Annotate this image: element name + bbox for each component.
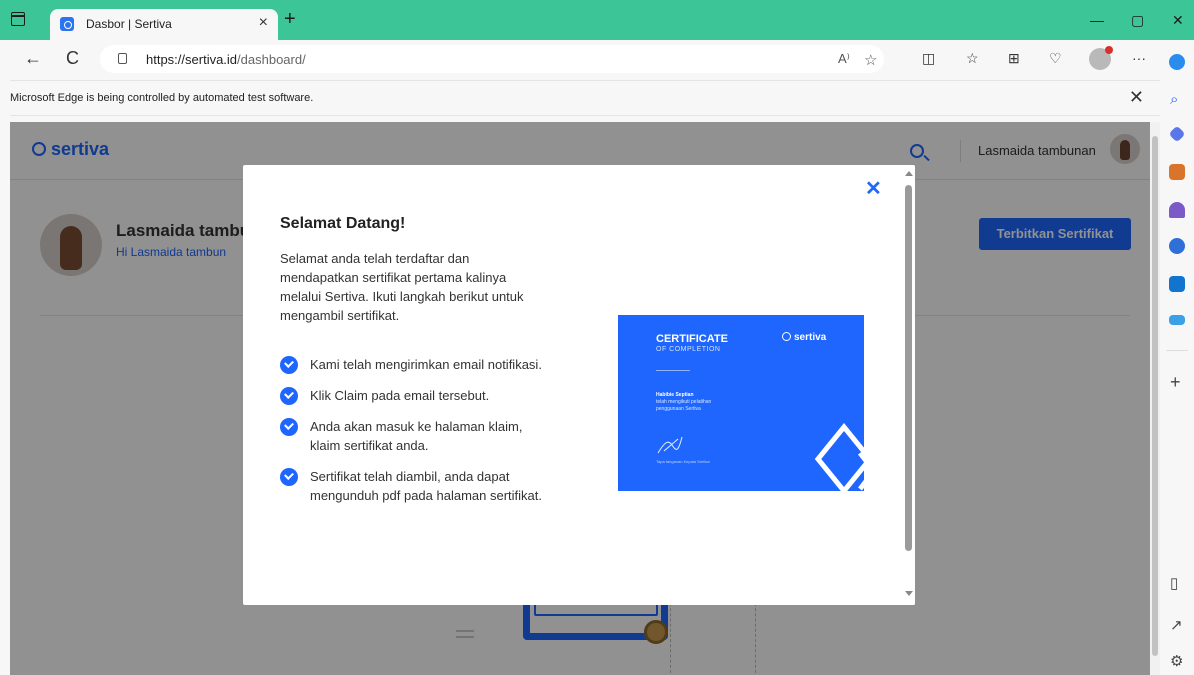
collections-icon[interactable]: ⊞ — [1008, 50, 1020, 66]
url-host: https://sertiva.id — [146, 52, 238, 67]
page-info-icon[interactable] — [118, 53, 127, 64]
certificate-text: telah mengikuti pelatihan penggunaan Ser… — [656, 399, 712, 412]
check-circle-icon — [280, 387, 298, 405]
modal-description: Selamat anda telah terdaftar dan mendapa… — [280, 251, 524, 323]
modal-scrollbar[interactable] — [902, 165, 915, 605]
close-window-button[interactable]: ✕ — [1172, 12, 1184, 29]
welcome-modal: ✕ Selamat Datang! Selamat anda telah ter… — [243, 165, 915, 605]
add-sidebar-app-icon[interactable]: + — [1170, 373, 1181, 391]
infobar-text: Microsoft Edge is being controlled by au… — [10, 92, 314, 104]
shopping-tag-icon[interactable] — [1168, 125, 1186, 143]
sertiva-favicon-icon — [60, 17, 74, 31]
page-viewport: sertiva Lasmaida tambunan Lasmaida tambu… — [10, 122, 1150, 675]
certificate-subtitle: OF COMPLETION — [656, 346, 721, 353]
browser-tab[interactable]: Dasbor | Sertiva × — [50, 9, 278, 40]
address-bar[interactable]: https://sertiva.id/dashboard/ A⁾ ☆ — [100, 45, 884, 73]
check-circle-icon — [280, 356, 298, 374]
minimize-button[interactable]: — — [1090, 12, 1104, 28]
automation-infobar: Microsoft Edge is being controlled by au… — [10, 80, 1160, 116]
browser-titlebar: Dasbor | Sertiva × + — ▢ ✕ — [0, 0, 1194, 40]
refresh-button[interactable]: C — [66, 49, 79, 67]
certificate-rule — [656, 370, 690, 371]
modal-close-icon[interactable]: ✕ — [865, 179, 882, 199]
page-scrollbar[interactable] — [1150, 122, 1160, 675]
scroll-up-arrow-icon[interactable] — [905, 171, 913, 176]
hide-sidebar-icon[interactable]: ▯ — [1170, 576, 1178, 592]
url-path: /dashboard/ — [237, 52, 306, 67]
browser-toolbar: ← C https://sertiva.id/dashboard/ A⁾ ☆ ◫… — [0, 40, 1160, 78]
sidebar-search-icon[interactable]: ⌕ — [1170, 92, 1178, 108]
url-text: https://sertiva.id/dashboard/ — [146, 52, 306, 67]
steps-list: Kami telah mengirimkan email notifikasi.… — [280, 355, 550, 517]
modal-scroll-thumb[interactable] — [905, 185, 912, 551]
edge-sidebar: ⌕ + ▯ ↗ ⚙ — [1160, 40, 1194, 675]
step-text: Anda akan masuk ke halaman klaim, klaim … — [310, 419, 523, 453]
tab-title: Dasbor | Sertiva — [86, 17, 172, 31]
tab-actions-icon[interactable] — [11, 12, 25, 26]
back-button[interactable]: ← — [24, 49, 42, 67]
favorite-star-icon[interactable]: ☆ — [864, 51, 877, 69]
tab-close-icon[interactable]: × — [259, 14, 268, 32]
certificate-title: CERTIFICATE — [656, 333, 728, 345]
step-text: Kami telah mengirimkan email notifikasi. — [310, 357, 542, 372]
more-options-icon[interactable]: ··· — [1132, 50, 1146, 66]
step-item: Kami telah mengirimkan email notifikasi. — [280, 355, 550, 374]
signature-icon — [657, 436, 683, 454]
certificate-logo-icon — [782, 332, 791, 341]
modal-title: Selamat Datang! — [280, 215, 406, 232]
restore-button[interactable]: ▢ — [1131, 12, 1144, 29]
certificate-preview: CERTIFICATE OF COMPLETION sertiva Habibi… — [618, 315, 864, 491]
certificate-decoration — [814, 423, 864, 491]
microsoft365-icon[interactable] — [1169, 238, 1185, 254]
tools-icon[interactable] — [1169, 164, 1185, 180]
new-tab-button[interactable]: + — [284, 9, 296, 29]
outlook-icon[interactable] — [1169, 276, 1185, 292]
read-aloud-icon[interactable]: A⁾ — [838, 51, 850, 67]
sidebar-divider — [1166, 350, 1188, 351]
step-item: Klik Claim pada email tersebut. — [280, 386, 550, 405]
certificate-signer: Tapa tanganan Kepala Sertiva — [656, 459, 710, 464]
scroll-down-arrow-icon[interactable] — [905, 591, 913, 596]
settings-gear-icon[interactable]: ⚙ — [1170, 654, 1183, 670]
favorites-icon[interactable]: ☆ — [966, 50, 979, 66]
profile-avatar[interactable] — [1089, 46, 1113, 70]
page-scroll-thumb[interactable] — [1152, 136, 1158, 656]
open-external-icon[interactable]: ↗ — [1170, 618, 1183, 634]
check-circle-icon — [280, 468, 298, 486]
browser-essentials-icon[interactable]: ♡ — [1049, 50, 1062, 66]
check-circle-icon — [280, 418, 298, 436]
copilot-icon[interactable] — [1169, 54, 1185, 70]
certificate-holder: Habibie Septian — [656, 392, 694, 398]
step-text: Klik Claim pada email tersebut. — [310, 388, 490, 403]
certificate-logo: sertiva — [782, 332, 826, 343]
infobar-close-icon[interactable]: ✕ — [1129, 87, 1144, 108]
step-text: Sertifikat telah diambil, anda dapat men… — [310, 469, 542, 503]
drop-icon[interactable] — [1169, 315, 1185, 325]
games-icon[interactable] — [1169, 202, 1185, 218]
certificate-logo-text: sertiva — [794, 332, 827, 343]
step-item: Anda akan masuk ke halaman klaim, klaim … — [280, 417, 550, 455]
split-screen-icon[interactable]: ◫ — [922, 50, 935, 66]
step-item: Sertifikat telah diambil, anda dapat men… — [280, 467, 550, 505]
